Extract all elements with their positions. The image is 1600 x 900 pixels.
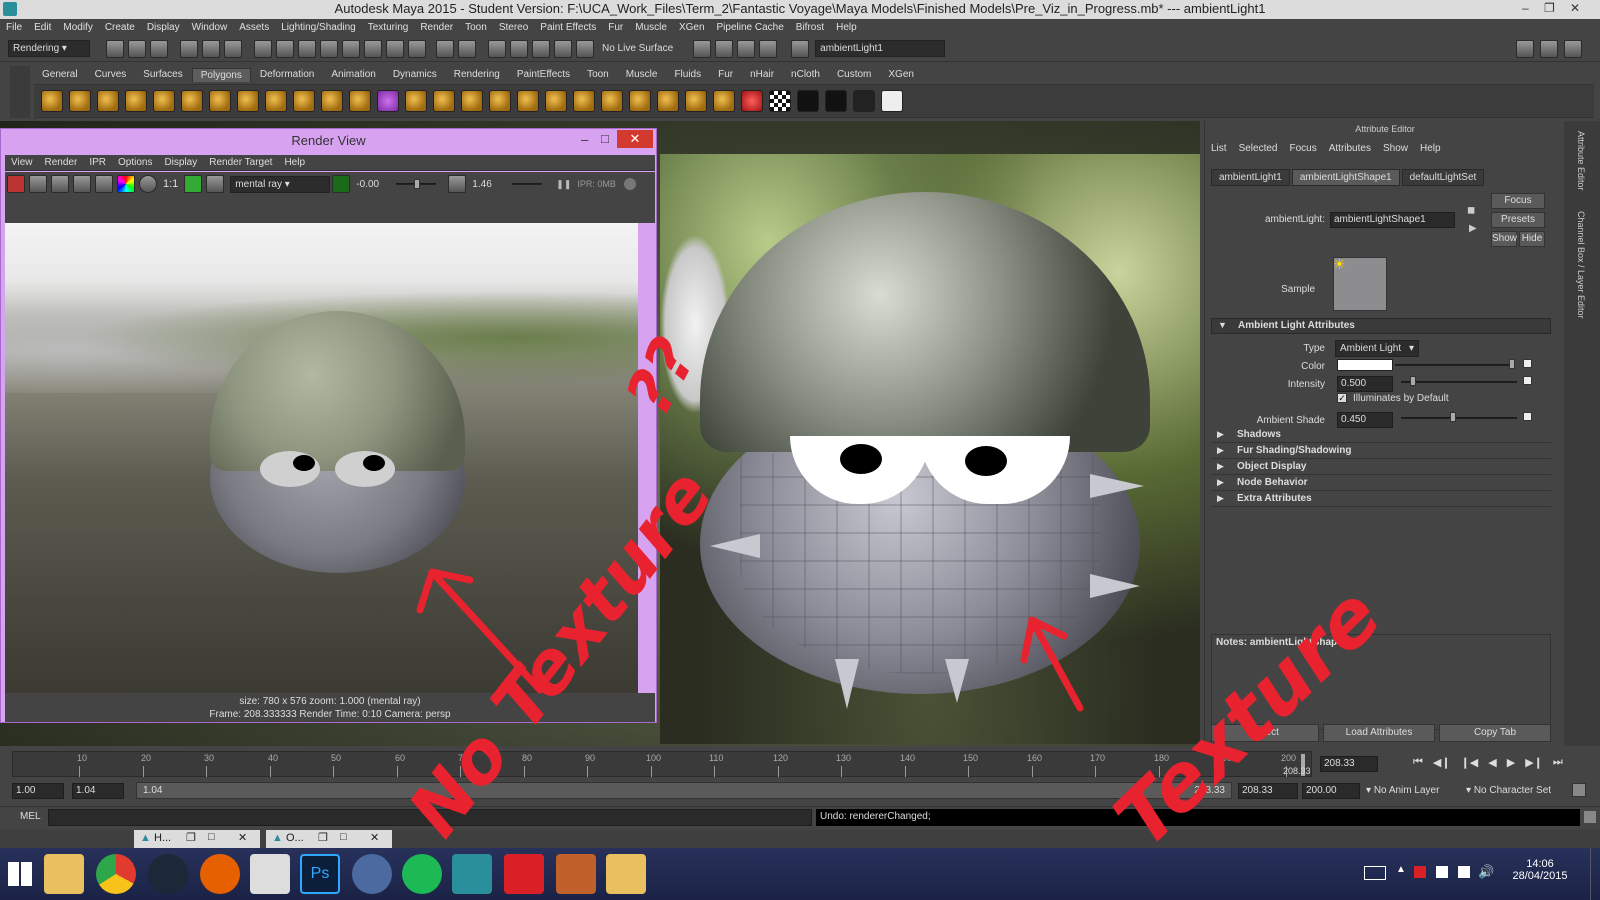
annotation-arrow-no-texture <box>416 568 544 694</box>
annotation-arrow-texture <box>1020 616 1084 712</box>
annotation-arrows <box>416 568 1084 712</box>
